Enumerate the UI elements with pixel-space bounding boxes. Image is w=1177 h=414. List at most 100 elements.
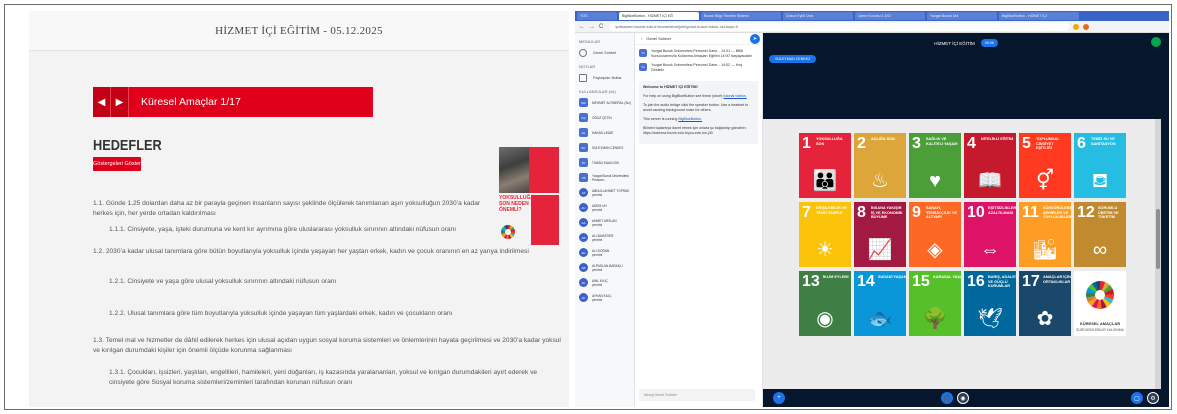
sdg-label: İKLİM EYLEMİ bbox=[823, 275, 849, 279]
avatar: AK bbox=[579, 278, 588, 287]
sdg-goal-icon: ⚥ bbox=[1035, 170, 1055, 192]
settings-button[interactable]: ⚙ bbox=[1147, 392, 1159, 404]
sdg-goal-icon: ⇔ bbox=[980, 239, 1000, 261]
browser-tab[interactable]: Dokuz Eylül Üniv bbox=[783, 12, 853, 20]
sdg-goal-icon: 📈 bbox=[867, 239, 893, 261]
sdg-goal-icon: 👪 bbox=[812, 170, 838, 192]
user-name: OĞUZ ÇETİN bbox=[592, 115, 612, 120]
meeting-header: HİZMET İÇİ EĞİTİM 00:36 bbox=[763, 33, 1169, 53]
avatar: MA bbox=[579, 98, 588, 107]
global-goals-logo: KÜRESEL AMAÇLAR SÜRDÜRÜLEBİLİR KALKINMA bbox=[1074, 271, 1126, 336]
audio-button[interactable]: 🎧 bbox=[941, 392, 953, 404]
chat-message-text: Yozgat Bozok Üniversitesi Personel Daire… bbox=[651, 63, 743, 72]
next-section-button[interactable]: ▶ bbox=[111, 87, 129, 117]
avatar: AK bbox=[579, 293, 588, 302]
avatar: YB bbox=[579, 173, 588, 182]
user-name: AHMET ARSLAN çevrimi bbox=[592, 218, 617, 227]
user-list-item[interactable]: AB ALİ BAHATİER çevrimi bbox=[579, 231, 634, 244]
sdg-tile-6: 6 TEMİZ SU VE SANİTASYON ⛾ bbox=[1074, 133, 1126, 198]
logo-caption: KÜRESEL AMAÇLAR bbox=[1079, 321, 1121, 326]
target-1-1: 1.1. Günde 1,25 dolardan daha az bir par… bbox=[93, 200, 481, 217]
sdg-goal-icon: ◉ bbox=[816, 308, 834, 330]
user-list-item[interactable]: AA AHMET ARSLAN çevrimi bbox=[579, 216, 634, 229]
user-list-item[interactable]: TK TUBAN KAAN IZIK bbox=[579, 156, 634, 169]
browser-tab[interactable]: Yozgat Bozok Üni bbox=[927, 12, 997, 20]
scrollbar-thumb[interactable] bbox=[1156, 209, 1160, 269]
user-list-item[interactable]: AK AYHAN KILIÇ çevrimi bbox=[579, 291, 634, 304]
sdg-tile-1: 1 YOKSULLUĞA SON 👪 bbox=[799, 133, 851, 198]
user-name: ALİ BAHATİER çevrimi bbox=[592, 233, 614, 242]
sdg-label: ERİŞİLEBİLİR VE TEMİZ ENERJİ bbox=[816, 206, 847, 215]
chat-icon bbox=[579, 49, 587, 57]
recording-indicator[interactable]: 00:36 bbox=[980, 39, 998, 47]
user-list-item[interactable]: AU ADEM UH çevrimi bbox=[579, 201, 634, 214]
sdg-tile-4: 4 NİTELİKLİ EĞİTİM 📖 bbox=[964, 133, 1016, 198]
user-name: SÜLEYMAN CENKEZ bbox=[592, 145, 624, 150]
sdg-goal-icon: ☀ bbox=[816, 239, 834, 261]
notes-header: NOTLAR bbox=[579, 64, 596, 69]
profile-icon[interactable] bbox=[1083, 23, 1090, 30]
user-list-item[interactable]: YB Yozgat Bozok Üniversitesi Persone... bbox=[579, 171, 634, 184]
actions-plus-button[interactable]: + bbox=[773, 392, 785, 404]
user-list-item[interactable]: AT ABDULLAHMET TOPRAK çevrimi bbox=[579, 186, 634, 199]
user-list-item[interactable]: HL HAKAN LİNDE bbox=[579, 126, 634, 139]
sdg-goal-icon: ◈ bbox=[927, 239, 943, 261]
chat-input[interactable]: Mesaj Genel Sohbet bbox=[639, 389, 755, 401]
user-list-item[interactable]: MA MEHMET ALTINERAL (Siz) bbox=[579, 96, 634, 109]
avatar: AB bbox=[579, 263, 588, 272]
welcome-server: This server is running bbox=[643, 117, 678, 121]
screenshot-frame: HİZMET İÇİ EĞİTİM - 05.12.2025 ◀ ▶ Küres… bbox=[4, 4, 1172, 410]
users-header: KULLANICILAR (44) bbox=[579, 89, 616, 94]
back-icon[interactable]: ← bbox=[579, 24, 585, 30]
sdg-tile-5: 5 TOPLUMSAL CİNSİYET EŞİTLİĞİ ⚥ bbox=[1019, 133, 1071, 198]
chat-message: Yo Yozgat Bozok Üniversitesi Personel Da… bbox=[639, 63, 762, 73]
browser-tab[interactable]: YÖS bbox=[577, 12, 617, 20]
sdg-tile-11: 11SÜRDÜRÜLEBİLİR ŞEHİRLER VE TOPLULUKLAR… bbox=[1019, 202, 1071, 267]
sdg-tile-2: 2 AÇLIĞA SON ♨ bbox=[854, 133, 906, 198]
public-chat-label: Genel Sohbet bbox=[593, 51, 617, 55]
shared-notes-item[interactable]: Paylaşılan Notlar bbox=[579, 73, 634, 83]
bbb-link[interactable]: BigBlueButton. bbox=[678, 117, 702, 121]
screen-scrollbar[interactable] bbox=[1155, 119, 1161, 389]
sdg-grid: 1 YOKSULLUĞA SON 👪 2 AÇLIĞA SON ♨ 3 SAĞLIK VE K… bbox=[799, 133, 1129, 343]
user-list-item[interactable]: AB ALPASLAN BARAKLI çevrimi bbox=[579, 261, 634, 274]
prev-section-button[interactable]: ◀ bbox=[93, 87, 111, 117]
user-list-item[interactable]: SC SÜLEYMAN CENKEZ bbox=[579, 141, 634, 154]
chat-back-icon[interactable]: ‹ bbox=[641, 36, 642, 41]
browser-tab-strip: YÖS BigBlueButton - HİZMET İÇİ EĞ Bozok … bbox=[575, 11, 1169, 21]
browser-tab[interactable]: Uzem Konusu 1.5/17 bbox=[855, 12, 925, 20]
browser-tab[interactable]: Bozok Bilgi Yönetim Sistemi bbox=[701, 12, 781, 20]
browser-tab[interactable]: BigBlueButton - HİZMET İÇİ bbox=[999, 12, 1079, 20]
sdg-label: TEMİZ SU VE SANİTASYON bbox=[1091, 137, 1116, 146]
poster-side-panel bbox=[531, 195, 559, 245]
user-name: ABDULLAHMET TOPRAK çevrimi bbox=[592, 188, 630, 197]
sdg-label: YOKSULLUĞA SON bbox=[816, 137, 843, 146]
status-icon[interactable] bbox=[1151, 37, 1161, 47]
user-name: ANIL KILIÇ çevrimi bbox=[592, 278, 608, 287]
presenter-badge: SÜLEYMAN CENKEZ bbox=[769, 55, 817, 63]
screen-share-button[interactable]: ▢ bbox=[1131, 392, 1143, 404]
user-list-item[interactable]: OÇ OĞUZ ÇETİN bbox=[579, 111, 634, 124]
notes-icon bbox=[579, 74, 587, 82]
sdg-wheel-icon bbox=[501, 225, 515, 239]
user-list-item[interactable]: AK ANIL KILIÇ çevrimi bbox=[579, 276, 634, 289]
browser-tab[interactable]: BigBlueButton - HİZMET İÇİ EĞ bbox=[619, 12, 699, 20]
forward-icon[interactable]: → bbox=[589, 24, 595, 30]
send-button[interactable]: ➤ bbox=[750, 34, 760, 44]
show-indicators-button[interactable]: Göstergeleri Göster bbox=[93, 157, 141, 171]
public-chat-item[interactable]: Genel Sohbet bbox=[579, 48, 634, 58]
user-list-item[interactable]: AD ALİ DOĞAN çevrimi bbox=[579, 246, 634, 259]
url-field[interactable]: yobsuzem.bozok.edu.tr/rooms/hmn/join/gon… bbox=[609, 22, 1070, 31]
sdg-tile-8: 8 İNSANA YAKIŞIR İŞ VE EKONOMİK BÜYÜME 📈 bbox=[854, 202, 906, 267]
targets-heading: HEDEFLER bbox=[93, 137, 162, 154]
sdg-label: TOPLUMSAL CİNSİYET EŞİTLİĞİ bbox=[1036, 137, 1060, 151]
document-panel: HİZMET İÇİ EĞİTİM - 05.12.2025 ◀ ▶ Küres… bbox=[29, 11, 569, 407]
sdg-tile-17: 17 AMAÇLAR İÇİN ORTAKLIKLAR ✿ bbox=[1019, 271, 1071, 336]
presentation-stage: HİZMET İÇİ EĞİTİM 00:36 SÜLEYMAN CENKEZ … bbox=[763, 33, 1169, 407]
reload-icon[interactable]: C bbox=[599, 24, 603, 30]
camera-button[interactable]: ◉ bbox=[957, 392, 969, 404]
invite-link[interactable]: https://sctezna.bozok.edu.tr/you-ede-hw-… bbox=[643, 131, 713, 135]
tutorial-link[interactable]: tutorial videos. bbox=[724, 94, 747, 98]
extension-icon[interactable] bbox=[1073, 23, 1080, 30]
avatar: HL bbox=[579, 128, 588, 137]
